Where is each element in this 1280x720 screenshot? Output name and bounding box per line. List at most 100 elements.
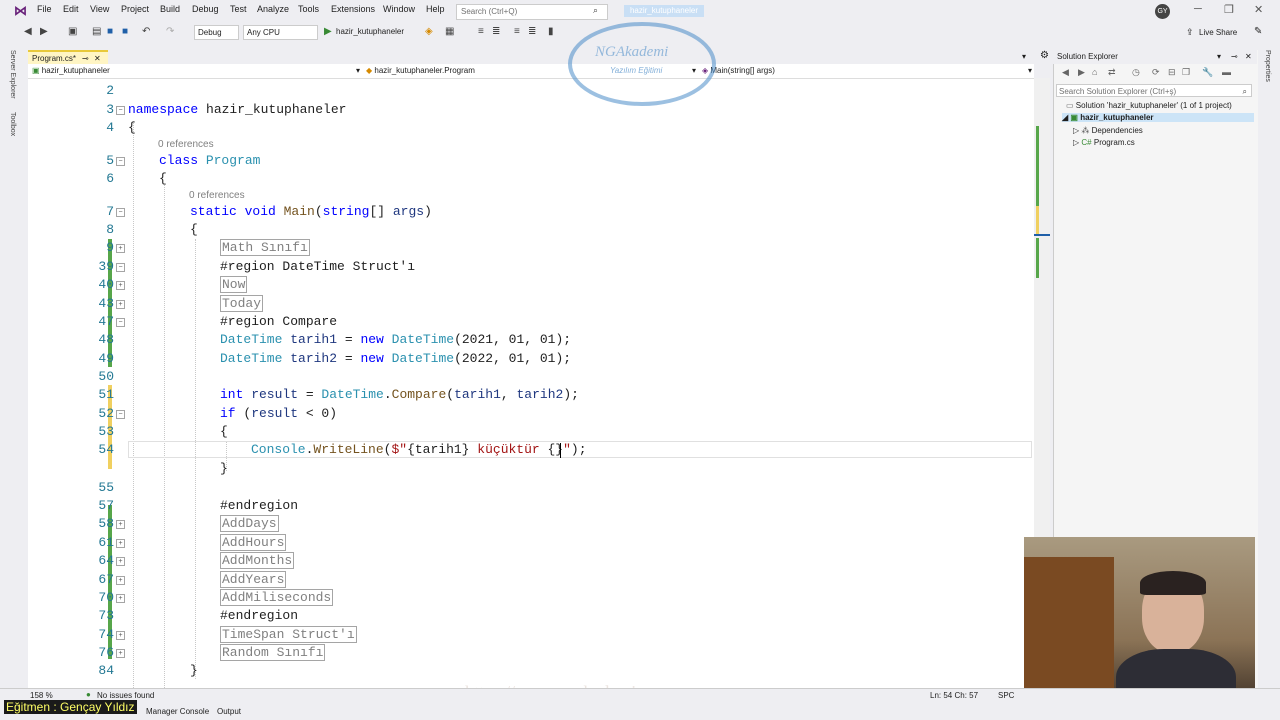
config-dropdown[interactable]: Debug [194,25,239,40]
menu-file[interactable]: File [37,4,52,14]
run-target-button[interactable]: hazir_kutuphaneler [336,27,404,36]
new-project-icon[interactable]: ▣ [68,26,77,37]
copy-icon[interactable]: ❐ [1182,67,1190,78]
collapsed-region[interactable]: TimeSpan Struct'ı [220,626,357,643]
close-icon[interactable]: ✕ [1245,50,1252,64]
live-share-icon[interactable]: ⇪ [1186,27,1194,38]
undo-icon[interactable]: ↶ [142,26,150,37]
server-explorer-tab[interactable]: Server Explorer [9,50,16,99]
collapsed-region[interactable]: Random Sınıfı [220,644,326,661]
collapse-all-icon[interactable]: ⊟ [1168,67,1176,78]
package-manager-console-tab[interactable]: Manager Console [146,707,209,716]
tab-dropdown-icon[interactable]: ▾ [1022,52,1026,61]
collapsed-region[interactable]: Now [220,276,248,293]
collapse-arrow-icon[interactable]: ◢ [1062,113,1068,122]
hot-reload-icon[interactable]: ◈ [425,26,433,37]
expand-icon[interactable]: + [116,520,125,529]
properties-tab[interactable]: Properties [1264,50,1271,82]
program-cs-node[interactable]: ▷ C# Program.cs [1073,138,1135,147]
project-node[interactable]: ◢ ▣ hazir_kutuphaneler [1062,113,1254,122]
code-lens-references[interactable]: 0 references [158,139,214,150]
toolbox-tab[interactable]: Toolbox [9,112,16,136]
menu-build[interactable]: Build [160,4,180,14]
properties-icon[interactable]: 🔧 [1202,67,1213,78]
save-icon[interactable]: ■ [107,26,113,37]
forward-icon[interactable]: ▶ [1078,67,1085,78]
platform-dropdown[interactable]: Any CPU [243,25,318,40]
collapsed-region[interactable]: AddMiliseconds [220,589,334,606]
search-box[interactable]: Search (Ctrl+Q) ⌕ [456,4,608,20]
home-icon[interactable]: ⌂ [1092,67,1097,77]
run-icon[interactable]: ▶ [324,26,332,37]
expand-arrow-icon[interactable]: ▷ [1073,138,1079,147]
menu-edit[interactable]: Edit [63,4,79,14]
save-all-icon[interactable]: ■ [122,26,128,37]
collapsed-region[interactable]: AddYears [220,571,287,588]
code-editor[interactable]: 2 3 4 5 6 7 8 9 39 40 43 47 48 49 50 51 … [28,79,1034,688]
vs-logo-icon[interactable]: ⋈ [14,3,27,19]
sync-icon[interactable]: ⇄ [1108,67,1116,78]
preview-icon[interactable]: ▬ [1222,67,1231,77]
expand-icon[interactable]: + [116,300,125,309]
collapse-icon[interactable]: − [116,208,125,217]
maximize-icon[interactable]: ❐ [1224,3,1234,16]
solution-node[interactable]: ▭ Solution 'hazir_kutuphaneler' (1 of 1 … [1066,101,1232,110]
format-icon[interactable]: ▦ [445,26,454,37]
menu-help[interactable]: Help [426,4,445,14]
expand-icon[interactable]: + [116,576,125,585]
collapse-icon[interactable]: − [116,157,125,166]
redo-icon[interactable]: ↷ [166,26,174,37]
live-share-button[interactable]: Live Share [1199,28,1237,37]
open-icon[interactable]: ▤ [92,26,101,37]
zoom-level[interactable]: 158 % [30,691,53,700]
expand-icon[interactable]: + [116,649,125,658]
issues-status[interactable]: No issues found [97,691,154,700]
expand-icon[interactable]: + [116,281,125,290]
menu-test[interactable]: Test [230,4,247,14]
menu-debug[interactable]: Debug [192,4,219,14]
pin-icon[interactable]: ⊸ [1231,50,1238,64]
solution-search-input[interactable]: Search Solution Explorer (Ctrl+ş) ⌕ [1056,84,1252,97]
collapsed-region[interactable]: AddHours [220,534,287,551]
bookmark-icon[interactable]: ▮ [548,26,554,37]
dependencies-node[interactable]: ▷ ⁂ Dependencies [1073,126,1143,135]
collapse-icon[interactable]: − [116,106,125,115]
collapsed-region[interactable]: Math Sınıfı [220,239,310,256]
uncomment-icon[interactable]: ≣ [528,26,536,37]
code-lens-references[interactable]: 0 references [189,190,245,201]
forward-icon[interactable]: ▶ [40,26,48,37]
collapse-icon[interactable]: − [116,263,125,272]
back-icon[interactable]: ◀ [24,26,32,37]
menu-window[interactable]: Window [383,4,415,14]
whitespace-mode[interactable]: SPC [998,691,1014,700]
close-icon[interactable]: ✕ [1254,3,1263,16]
refresh-icon[interactable]: ⟳ [1152,67,1160,78]
collapsed-region[interactable]: AddMonths [220,552,295,569]
dropdown-icon[interactable]: ▾ [1217,50,1221,64]
member-dropdown[interactable]: ◈ Main(string[] args) ▾ [702,65,1032,77]
collapsed-region[interactable]: AddDays [220,515,279,532]
menu-analyze[interactable]: Analyze [257,4,289,14]
collapse-icon[interactable]: − [116,318,125,327]
expand-icon[interactable]: + [116,244,125,253]
menu-project[interactable]: Project [121,4,149,14]
expand-arrow-icon[interactable]: ▷ [1073,126,1079,135]
project-dropdown[interactable]: ▣ hazir_kutuphaneler ▾ [32,65,360,77]
expand-icon[interactable]: + [116,631,125,640]
comment-icon[interactable]: ≡ [514,26,520,37]
expand-icon[interactable]: + [116,594,125,603]
collapsed-region[interactable]: Today [220,295,264,312]
menu-view[interactable]: View [90,4,109,14]
minimize-icon[interactable]: ─ [1194,3,1202,15]
menu-tools[interactable]: Tools [298,4,319,14]
avatar[interactable]: GY [1155,4,1170,19]
settings-icon[interactable]: ⚙ [1040,50,1049,61]
collapse-icon[interactable]: − [116,410,125,419]
expand-icon[interactable]: + [116,557,125,566]
back-icon[interactable]: ◀ [1062,67,1069,78]
expand-icon[interactable]: + [116,539,125,548]
output-tab[interactable]: Output [217,707,241,716]
feedback-icon[interactable]: ✎ [1254,26,1262,37]
indent-icon[interactable]: ≡ [478,26,484,37]
pending-changes-icon[interactable]: ◷ [1132,67,1140,78]
